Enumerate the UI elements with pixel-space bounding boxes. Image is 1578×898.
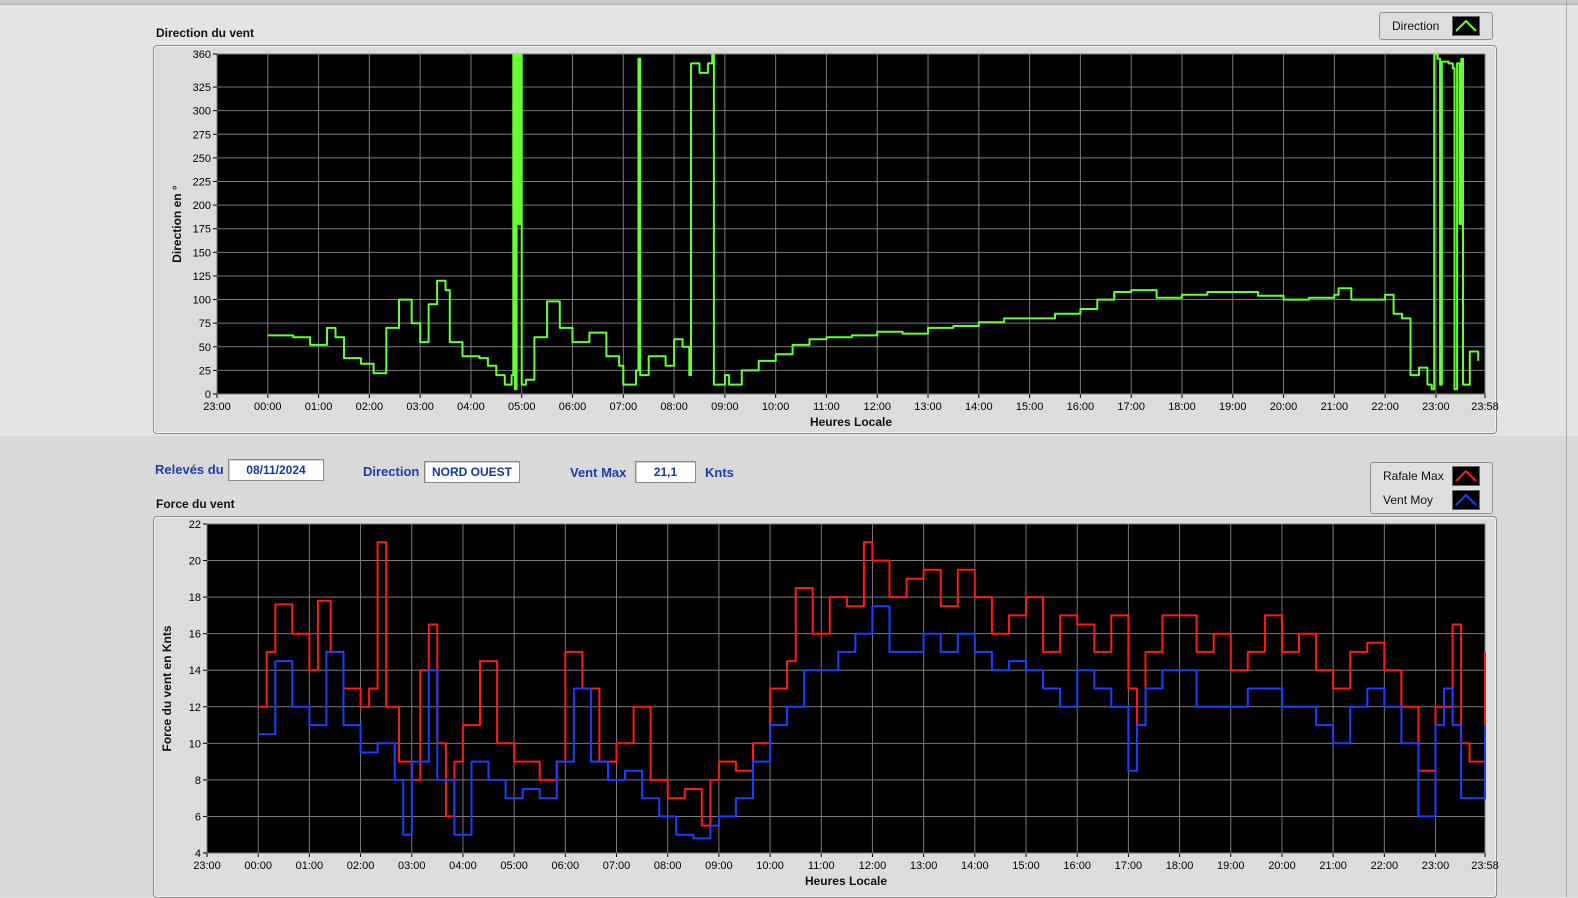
x-tick-label: 10:00 <box>756 860 784 872</box>
x-tick-label: 04:00 <box>449 860 477 872</box>
x-tick-label: 08:00 <box>654 860 682 872</box>
x-tick-label: 05:00 <box>500 860 528 872</box>
x-tick-label: 20:00 <box>1268 860 1296 872</box>
x-tick-label: 19:00 <box>1217 860 1245 872</box>
x-tick-label: 18:00 <box>1166 860 1194 872</box>
x-tick-label: 07:00 <box>603 860 631 872</box>
y-tick-label: 4 <box>195 848 201 860</box>
x-tick-label: 00:00 <box>244 860 272 872</box>
plot-area <box>207 524 1485 853</box>
x-tick-label: 12:00 <box>859 860 887 872</box>
x-axis-title: Heures Locale <box>805 874 887 888</box>
x-tick-label: 03:00 <box>398 860 426 872</box>
x-tick-label: 11:00 <box>808 860 835 872</box>
x-tick-label: 02:00 <box>347 860 375 872</box>
x-tick-label: 23:58 <box>1471 860 1499 872</box>
x-tick-label: 21:00 <box>1319 860 1347 872</box>
y-axis-title: Force du vent en Knts <box>160 625 174 751</box>
y-tick-label: 18 <box>189 592 201 604</box>
x-tick-label: 17:00 <box>1115 860 1143 872</box>
x-tick-label: 22:00 <box>1371 860 1399 872</box>
y-tick-label: 6 <box>195 811 201 823</box>
x-tick-label: 01:00 <box>296 860 324 872</box>
y-tick-label: 8 <box>195 775 201 787</box>
x-tick-label: 23:00 <box>1422 860 1450 872</box>
y-tick-label: 22 <box>189 519 201 531</box>
y-tick-label: 14 <box>189 665 201 677</box>
y-tick-label: 20 <box>189 556 201 568</box>
x-tick-label: 23:00 <box>193 860 221 872</box>
y-tick-label: 16 <box>189 629 201 641</box>
x-tick-label: 06:00 <box>552 860 580 872</box>
y-tick-label: 10 <box>189 738 201 750</box>
x-tick-label: 15:00 <box>1012 860 1040 872</box>
force-chart: 23:00 00:00 01:00 02:00 03:00 04:00 05:00 06:00… <box>160 519 1499 888</box>
x-tick-label: 13:00 <box>910 860 938 872</box>
x-tick-label: 14:00 <box>961 860 989 872</box>
x-tick-label: 09:00 <box>705 860 733 872</box>
x-tick-label: 16:00 <box>1063 860 1091 872</box>
y-tick-label: 12 <box>189 702 201 714</box>
